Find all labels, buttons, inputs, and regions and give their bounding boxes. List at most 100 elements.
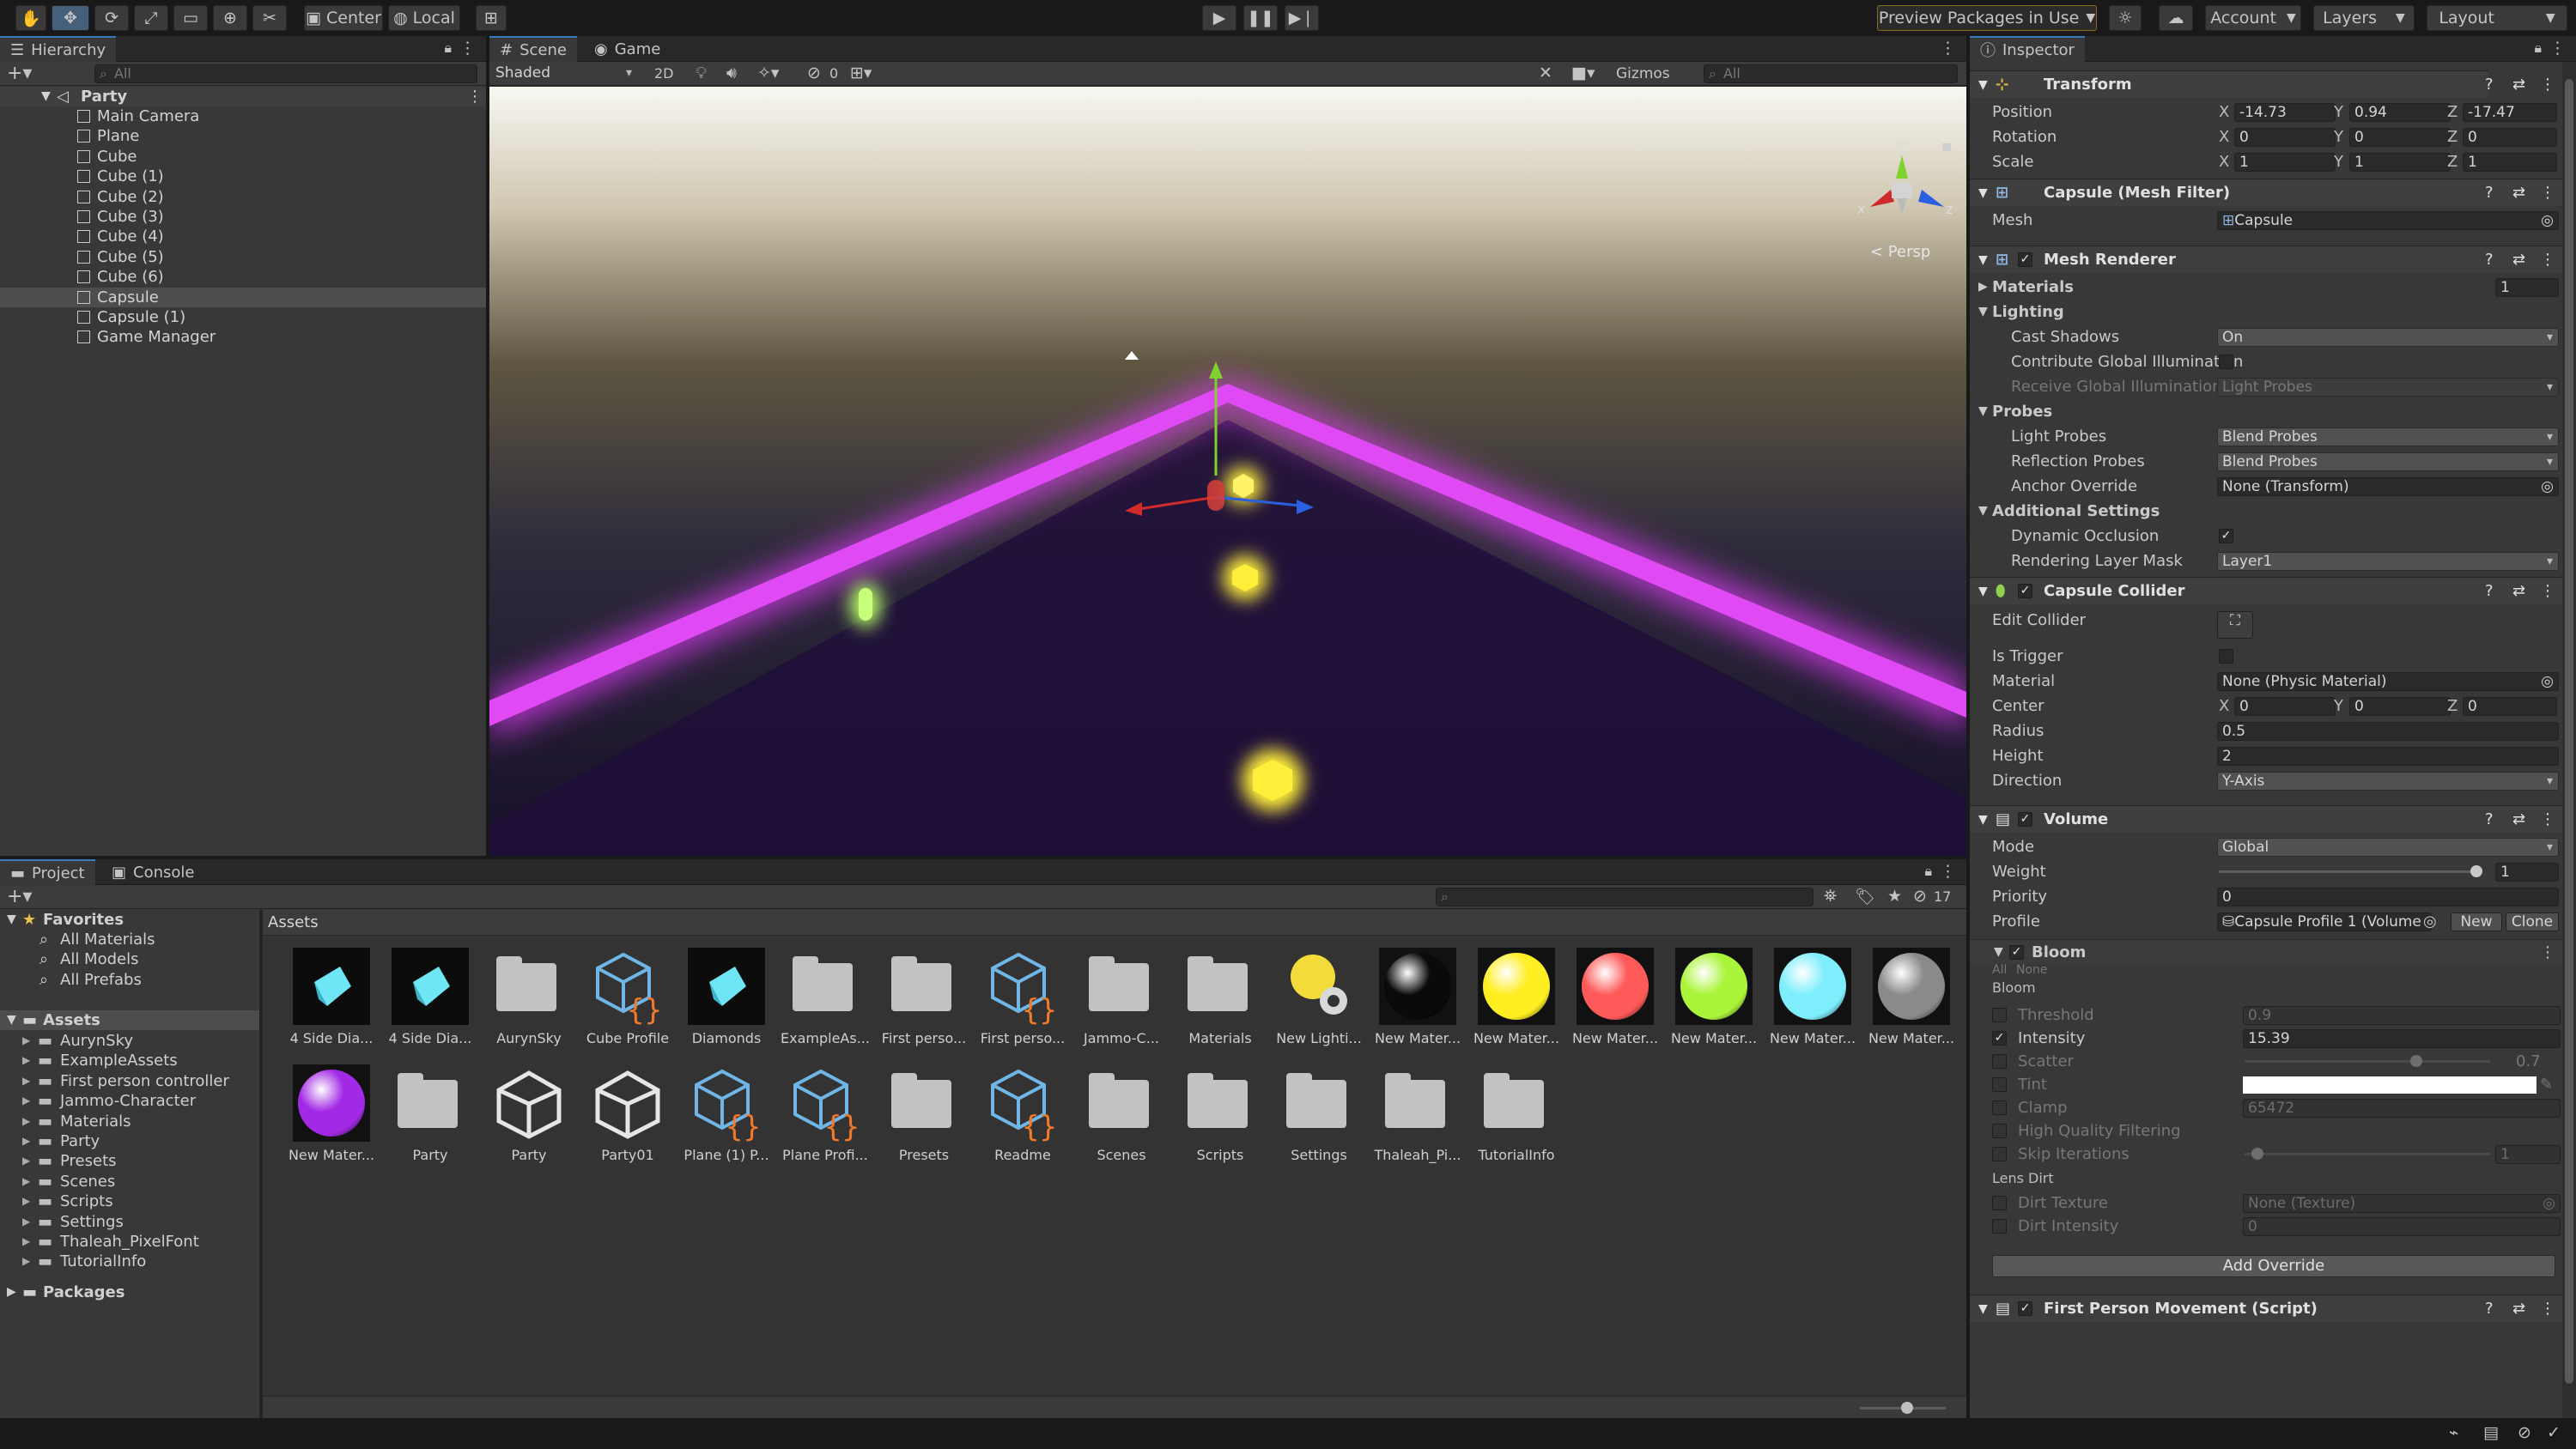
transform-tool-icon[interactable]: ⊕ xyxy=(213,5,247,31)
intensity-field[interactable]: 15.39 xyxy=(2243,1029,2561,1048)
cast-shadows-dropdown[interactable]: On xyxy=(2217,328,2559,347)
foldout-arrow-icon[interactable]: ▼ xyxy=(1978,499,1988,524)
help-icon[interactable]: ? xyxy=(2485,71,2494,99)
expand-arrow-icon[interactable]: ▶ xyxy=(22,1091,30,1111)
weight-field[interactable]: 1 xyxy=(2495,863,2559,882)
pivot-center-toggle[interactable]: ▣ Center xyxy=(304,5,383,31)
radius-field[interactable]: 0.5 xyxy=(2217,722,2559,741)
asset-tile[interactable]: Jammo-C... xyxy=(1070,948,1173,1051)
scale-z-field[interactable]: 1 xyxy=(2463,153,2557,172)
height-field[interactable]: 2 xyxy=(2217,747,2559,766)
persp-label[interactable]: < Persp xyxy=(1870,243,1930,261)
profile-new-button[interactable]: New xyxy=(2451,912,2502,931)
folder-tree-item[interactable]: ▶ ▬ Jammo-Character xyxy=(0,1091,263,1111)
grid-snap-icon[interactable]: ⊞ xyxy=(476,5,507,31)
tab-hierarchy[interactable]: ☰ Hierarchy xyxy=(0,36,117,62)
foldout-arrow-icon[interactable]: ▼ xyxy=(1978,179,1988,207)
hierarchy-item[interactable]: Capsule xyxy=(0,287,486,307)
capsule-collider-header[interactable]: ▼ ⬮ ✓ Capsule Collider ? ⇄ ⋮ xyxy=(1970,577,2562,604)
star-icon[interactable]: ★ xyxy=(1887,887,1902,906)
pause-button[interactable]: ❚❚ xyxy=(1243,5,1278,31)
weight-slider-track[interactable] xyxy=(2219,870,2476,873)
kebab-menu-icon[interactable]: ⋮ xyxy=(1940,862,1956,881)
project-search-input[interactable]: ⌕ xyxy=(1436,888,1814,906)
tab-console[interactable]: ▣ Console xyxy=(101,859,204,885)
position-x-field[interactable]: -14.73 xyxy=(2234,103,2336,122)
rotation-y-field[interactable]: 0 xyxy=(2349,128,2451,147)
asset-tile[interactable]: 4 Side Dia... xyxy=(379,948,482,1051)
center-x-field[interactable]: 0 xyxy=(2234,697,2336,716)
add-icon[interactable]: +▾ xyxy=(7,886,32,907)
expand-arrow-icon[interactable]: ▶ xyxy=(22,1212,30,1232)
breadcrumb[interactable]: Assets xyxy=(268,913,319,931)
asset-tile[interactable]: First perso... xyxy=(872,948,975,1051)
expand-arrow-icon[interactable]: ▶ xyxy=(7,1282,16,1302)
inspector-scrollbar[interactable] xyxy=(2562,62,2576,1418)
expand-arrow-icon[interactable]: ▼ xyxy=(7,1010,16,1030)
asset-tile[interactable]: AurynSky xyxy=(477,948,580,1051)
status-check-icon[interactable]: ✓ xyxy=(2547,1423,2561,1442)
enabled-checkbox[interactable]: ✓ xyxy=(2018,812,2032,827)
label-icon[interactable]: 🏷︎ xyxy=(1855,887,1875,906)
object-picker-icon[interactable]: ◎ xyxy=(2541,673,2554,690)
collider-material-field[interactable]: None (Physic Material) ◎ xyxy=(2217,672,2559,691)
asset-tile[interactable]: New Mater... xyxy=(1465,948,1568,1051)
rendering-layer-mask-dropdown[interactable]: Layer1 xyxy=(2217,552,2559,571)
hidden-objects-icon[interactable]: ⊘ xyxy=(807,64,821,82)
favorite-item[interactable]: ⌕ All Models xyxy=(0,949,263,969)
expand-arrow-icon[interactable]: ▶ xyxy=(22,1232,30,1252)
folder-tree-item[interactable]: ▶ ▬ Scripts xyxy=(0,1191,263,1211)
inspector-scrollbar-thumb[interactable] xyxy=(2565,79,2573,1384)
expand-arrow-icon[interactable]: ▶ xyxy=(22,1252,30,1271)
account-dropdown[interactable]: Account ▼ xyxy=(2205,5,2301,31)
enabled-checkbox[interactable]: ✓ xyxy=(2018,252,2032,267)
asset-tile[interactable]: New Mater... xyxy=(1662,948,1765,1051)
kebab-menu-icon[interactable]: ⋮ xyxy=(2540,246,2555,274)
expand-arrow-icon[interactable]: ▶ xyxy=(22,1071,30,1091)
kebab-menu-icon[interactable]: ⋮ xyxy=(2540,1295,2555,1323)
tools-icon[interactable]: ✕ xyxy=(1539,64,1552,82)
preset-icon[interactable]: ⇄ xyxy=(2512,806,2525,834)
kebab-menu-icon[interactable]: ⋮ xyxy=(2540,806,2555,834)
hq-filtering-override-checkbox[interactable] xyxy=(1992,1124,2007,1138)
preset-icon[interactable]: ⇄ xyxy=(2512,179,2525,207)
additional-settings-foldout[interactable]: ▼ Additional Settings xyxy=(1970,499,2562,524)
lock-icon[interactable]: 🔒︎ xyxy=(1924,863,1932,880)
help-icon[interactable]: ? xyxy=(2485,578,2494,605)
rotate-tool-icon[interactable]: ⟳ xyxy=(94,5,129,31)
help-icon[interactable]: ? xyxy=(2485,179,2494,207)
favorite-item[interactable]: ⌕ All Materials xyxy=(0,930,263,949)
hidden-packages-icon[interactable]: ⊘ xyxy=(1913,887,1927,906)
materials-count-field[interactable]: 1 xyxy=(2495,278,2559,297)
scale-tool-icon[interactable]: ⤢ xyxy=(134,5,168,31)
selected-capsule[interactable] xyxy=(1207,480,1224,511)
enabled-checkbox[interactable]: ✓ xyxy=(2018,1301,2032,1316)
asset-tile[interactable]: ExampleAs... xyxy=(774,948,877,1051)
toggle-2d-button[interactable]: 2D xyxy=(654,65,674,82)
preset-icon[interactable]: ⇄ xyxy=(2512,1295,2525,1323)
folder-tree-item[interactable]: ▶ ▬ Party xyxy=(0,1131,263,1151)
tint-override-checkbox[interactable] xyxy=(1992,1077,2007,1092)
scatter-override-checkbox[interactable] xyxy=(1992,1054,2007,1069)
step-button[interactable]: ▶❘ xyxy=(1285,5,1319,31)
direction-dropdown[interactable]: Y-Axis xyxy=(2217,772,2559,791)
kebab-menu-icon[interactable]: ⋮ xyxy=(2540,578,2555,605)
materials-row[interactable]: ▶ Materials 1 xyxy=(1970,275,2562,300)
network-icon[interactable]: ⌁ xyxy=(2449,1423,2458,1442)
object-picker-icon[interactable]: ◎ xyxy=(2423,909,2437,934)
cloud-icon[interactable]: ☁ xyxy=(2159,5,2193,31)
kebab-menu-icon[interactable]: ⋮ xyxy=(2549,39,2566,58)
expand-arrow-icon[interactable]: ▼ xyxy=(41,87,51,106)
hierarchy-item[interactable]: Cube (5) xyxy=(0,247,486,267)
transform-header[interactable]: ▼ ⊹ Transform ? ⇄ ⋮ xyxy=(1970,70,2555,98)
light-probes-dropdown[interactable]: Blend Probes xyxy=(2217,427,2559,446)
expand-arrow-icon[interactable]: ▶ xyxy=(22,1151,30,1171)
cache-icon[interactable]: ▤ xyxy=(2483,1423,2499,1442)
hierarchy-item[interactable]: Plane xyxy=(0,126,486,146)
asset-tile[interactable]: {} Plane (1) P... xyxy=(675,1064,778,1167)
preview-packages-dropdown[interactable]: Preview Packages in Use ▼ xyxy=(1877,5,2097,31)
folder-tree-item[interactable]: ▶ ▬ Presets xyxy=(0,1151,263,1171)
favorites-row[interactable]: ▼ ★ Favorites xyxy=(0,910,263,930)
custom-tool-icon[interactable]: ✂ xyxy=(252,5,287,31)
asset-tile[interactable]: Materials xyxy=(1169,948,1272,1051)
